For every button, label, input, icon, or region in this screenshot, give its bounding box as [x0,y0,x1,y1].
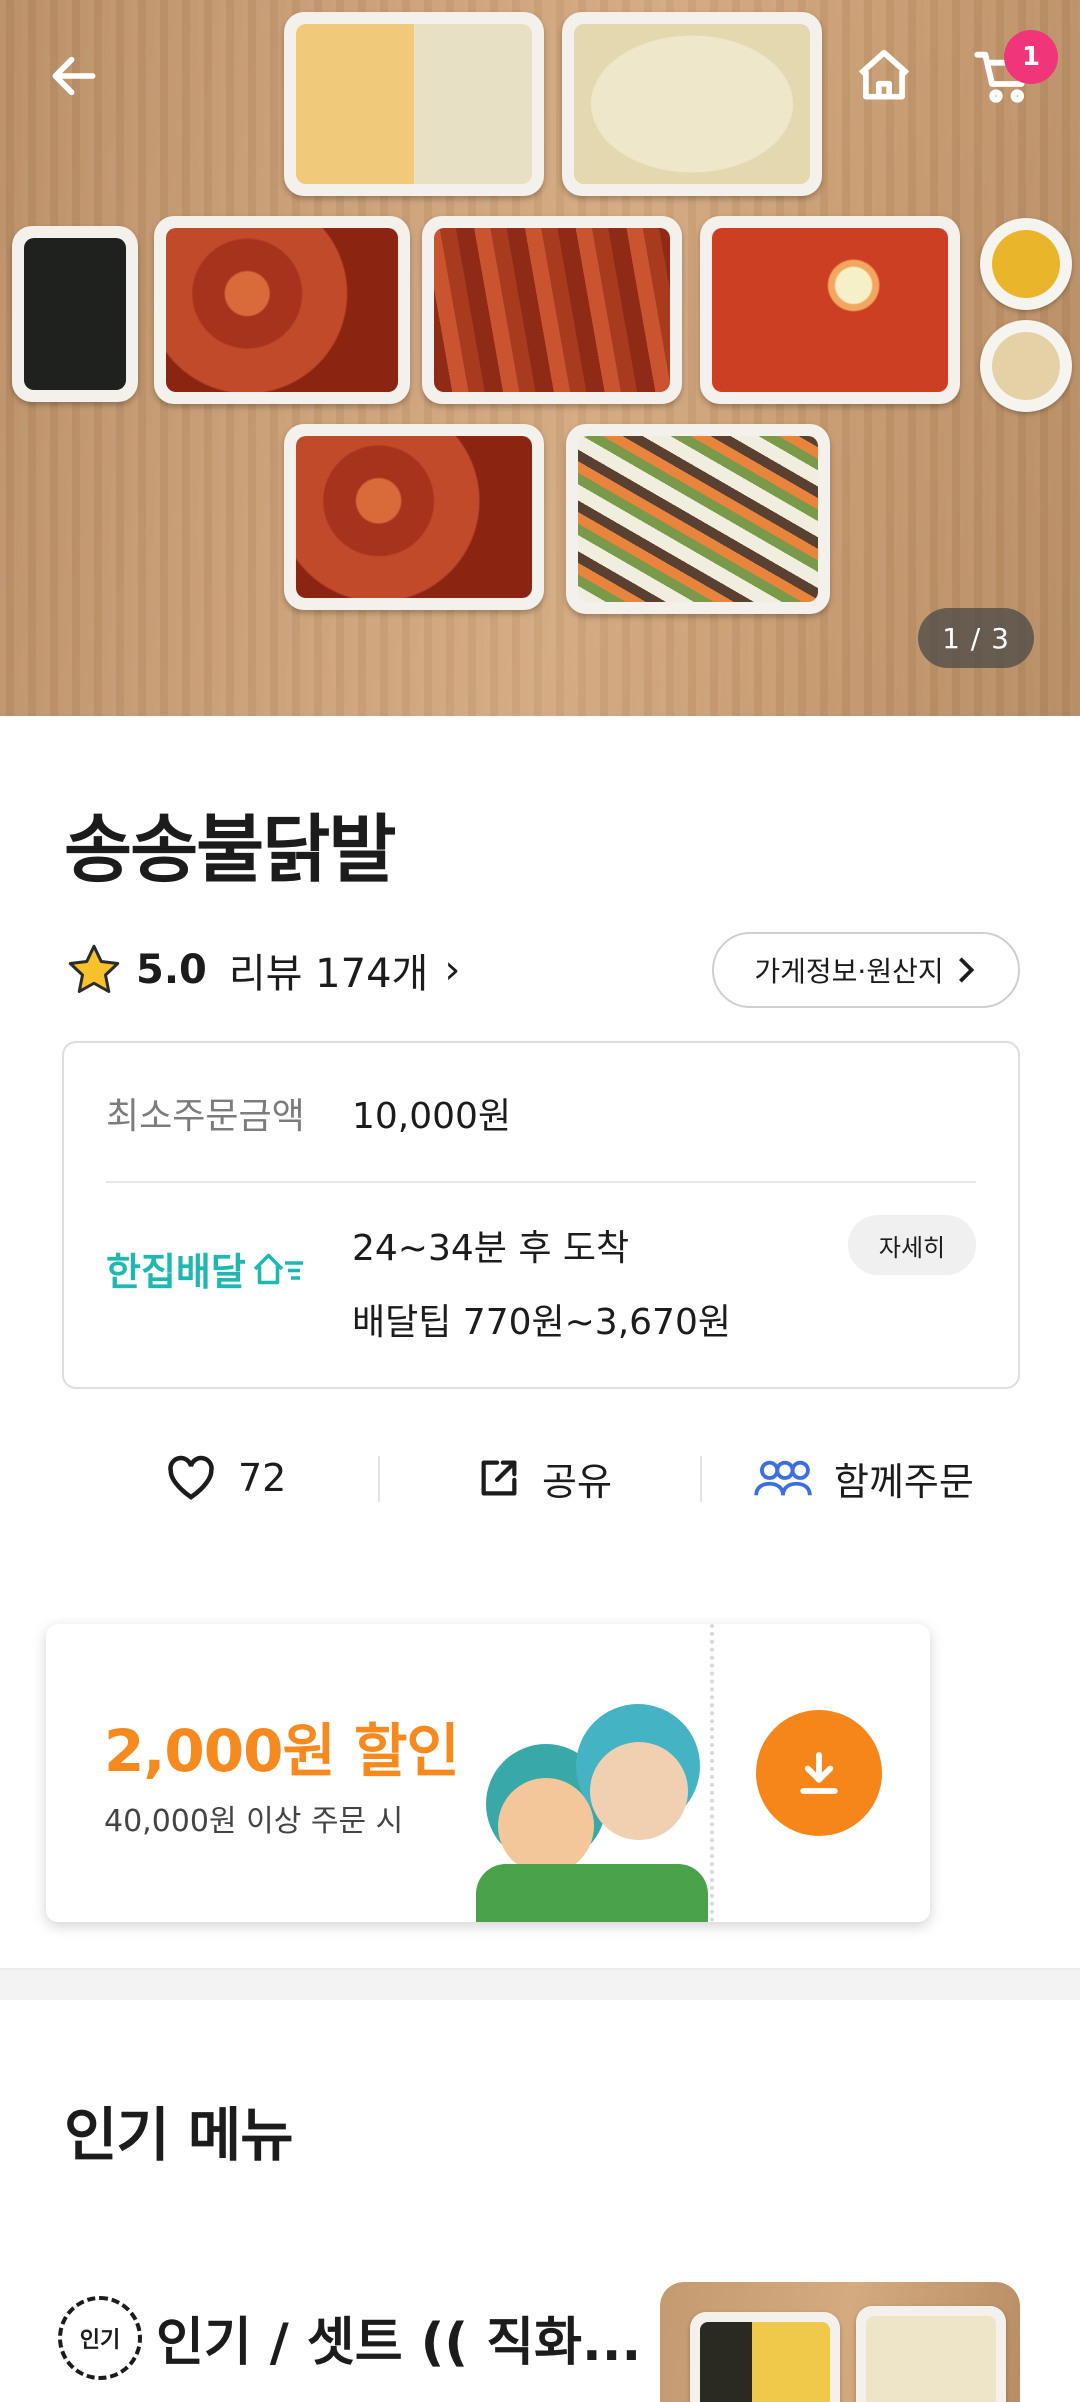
order-info-card: 최소주문금액 10,000원 한집배달 24~34분 후 도착 배달팁 770원… [62,1041,1020,1389]
store-info-origin-label: 가게정보·원산지 [754,955,944,988]
coupon-perforation [710,1624,714,1922]
menu-item-thumbnail[interactable] [660,2282,1020,2402]
food-tray-boneless-feet [284,424,544,610]
chevron-right-icon [958,957,974,983]
menu-item-name[interactable]: 인기 / 셋트 (( 직화... [156,2300,641,2375]
min-order-label: 최소주문금액 [106,1096,305,1137]
delivery-eta: 24~34분 후 도착 [352,1228,630,1269]
divider [106,1181,976,1183]
min-order-row: 최소주문금액 10,000원 [106,1087,511,1139]
cart-count-badge: 1 [1004,30,1058,84]
star-icon [68,944,120,993]
delivery-type-logo: 한집배달 [106,1241,306,1296]
sauce-cup-yellow [980,218,1072,310]
rating-score: 5.0 [136,947,207,993]
popular-menu-title: 인기 메뉴 [64,2101,294,2169]
coupon-amount: 2,000원 할인 [104,1717,460,1785]
heart-icon [168,1455,214,1500]
like-button[interactable]: 72 [164,1438,286,1518]
share-icon [481,1460,517,1496]
coupon-condition: 40,000원 이상 주문 시 [104,1804,404,1839]
food-tray-side-dishes [284,12,544,196]
review-count: 리뷰 174개 [228,951,429,997]
share-label: 공유 [542,1459,612,1504]
delivery-detail-button[interactable]: 자세히 [848,1215,976,1275]
rating-reviews-link[interactable]: 5.0 리뷰 174개 › [64,940,460,1000]
coupon-download-button[interactable] [756,1710,882,1836]
store-name: 송송불닭발 [64,807,396,893]
food-tray-spicy-feet [154,216,410,404]
arrow-left-icon [52,56,96,96]
min-order-value: 10,000원 [352,1096,512,1137]
popular-badge: 인기 [58,2296,142,2380]
food-tray-steamed-egg [562,12,822,196]
discount-coupon-card[interactable]: 2,000원 할인 40,000원 이상 주문 시 [46,1624,930,1922]
group-order-button[interactable]: 함께주문 [752,1438,974,1518]
home-button[interactable] [844,36,924,116]
group-users-icon [754,1460,812,1496]
chevron-right-icon: › [444,947,461,993]
delivery-brand-text: 한집배달 [106,1250,246,1294]
food-tray-seaweed [12,226,138,402]
coupon-illustration [476,1704,708,1922]
house-arrow-icon [253,1253,303,1284]
delivery-tip: 배달팁 770원~3,670원 [352,1302,731,1343]
store-info-origin-button[interactable]: 가게정보·원산지 [712,932,1020,1008]
sauce-cup-cream [980,320,1072,412]
divider [378,1456,380,1502]
food-tray-vegetables [566,424,830,614]
download-icon [800,1752,838,1794]
store-action-bar: 72 공유 함께주문 [0,1438,1080,1518]
food-tray-drumsticks [422,216,682,404]
image-page-indicator: 1 / 3 [918,608,1034,668]
divider [700,1456,702,1502]
section-separator [0,1968,1080,2000]
store-hero-image[interactable]: 1 1 / 3 [0,0,1080,716]
group-order-label: 함께주문 [834,1459,974,1504]
share-button[interactable]: 공유 [476,1438,612,1518]
food-tray-soup [700,216,960,404]
back-button[interactable] [34,36,114,116]
home-icon [858,49,910,100]
like-count: 72 [238,1456,287,1500]
